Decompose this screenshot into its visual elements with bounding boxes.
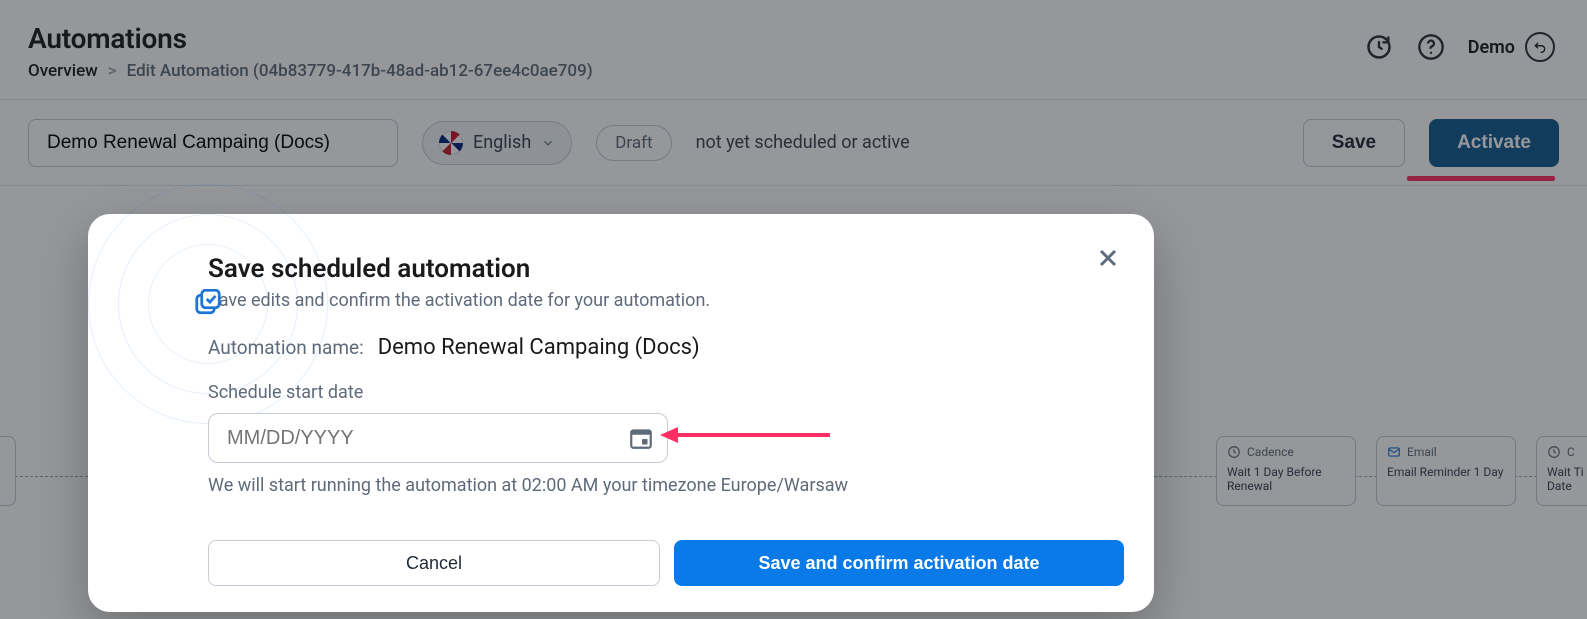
flow-node-type: C — [1567, 445, 1575, 459]
schedule-date-field-wrap — [208, 413, 668, 463]
flow-node-cadence[interactable]: Cadence Wait 1 Day Before Renewal — [1216, 436, 1356, 506]
flow-node-type: Email — [1407, 445, 1437, 459]
breadcrumb: Overview > Edit Automation (04b83779-417… — [28, 61, 593, 81]
undo-icon — [1525, 32, 1555, 62]
confirm-activation-button[interactable]: Save and confirm activation date — [674, 540, 1124, 586]
breadcrumb-leaf: Edit Automation (04b83779-417b-48ad-ab12… — [127, 61, 593, 81]
help-icon[interactable] — [1416, 32, 1446, 62]
flow-node-body: efore — [0, 451, 5, 465]
flow-node-type: Cadence — [1247, 445, 1294, 459]
breadcrumb-separator: > — [108, 61, 117, 81]
toolbar: English Draft not yet scheduled or activ… — [0, 100, 1587, 186]
close-icon[interactable] — [1094, 244, 1122, 272]
schedule-check-icon — [192, 288, 224, 320]
clock-icon — [1227, 445, 1241, 459]
automation-name-value: Demo Renewal Campaing (Docs) — [378, 335, 700, 360]
flow-node-body: Email Reminder 1 Day — [1387, 465, 1505, 479]
chevron-down-icon — [541, 136, 555, 150]
modal-logo — [178, 274, 238, 334]
user-menu[interactable]: Demo — [1468, 32, 1555, 62]
topbar: Automations Overview > Edit Automation (… — [0, 0, 1587, 100]
topbar-left: Automations Overview > Edit Automation (… — [28, 22, 593, 81]
flow-node-partial-left[interactable]: efore — [0, 436, 16, 506]
status-text: not yet scheduled or active — [696, 132, 910, 153]
language-label: English — [473, 132, 531, 153]
modal-buttons: Cancel Save and confirm activation date — [208, 540, 1124, 586]
mail-icon — [1387, 445, 1401, 459]
calendar-icon[interactable] — [628, 425, 654, 451]
automation-name-row: Automation name: Demo Renewal Campaing (… — [208, 335, 1106, 360]
schedule-date-hint: We will start running the automation at … — [208, 475, 1106, 496]
page-title: Automations — [28, 22, 593, 55]
schedule-date-input[interactable] — [208, 413, 668, 463]
modal-title: Save scheduled automation — [208, 254, 1106, 284]
clock-icon — [1547, 445, 1561, 459]
flag-uk-icon — [439, 131, 463, 155]
language-dropdown[interactable]: English — [422, 121, 572, 165]
flow-node-email[interactable]: Email Email Reminder 1 Day — [1376, 436, 1516, 506]
flow-node-body: Wait Ti Date — [1547, 465, 1585, 493]
history-icon[interactable] — [1364, 32, 1394, 62]
annotation-underline — [1407, 176, 1555, 181]
modal-subtitle: Save edits and confirm the activation da… — [208, 290, 1106, 311]
flow-node-partial-right[interactable]: C Wait Ti Date — [1536, 436, 1587, 506]
schedule-date-label: Schedule start date — [208, 382, 1106, 403]
activate-button[interactable]: Activate — [1429, 119, 1559, 167]
save-button[interactable]: Save — [1303, 119, 1405, 167]
cancel-button[interactable]: Cancel — [208, 540, 660, 586]
breadcrumb-root[interactable]: Overview — [28, 61, 98, 81]
status-pill: Draft — [596, 125, 671, 161]
topbar-right: Demo — [1364, 32, 1555, 62]
flow-node-body: Wait 1 Day Before Renewal — [1227, 465, 1345, 493]
automation-name-input[interactable] — [28, 119, 398, 167]
save-scheduled-modal: Save scheduled automation Save edits and… — [88, 214, 1154, 612]
user-menu-label: Demo — [1468, 37, 1515, 58]
